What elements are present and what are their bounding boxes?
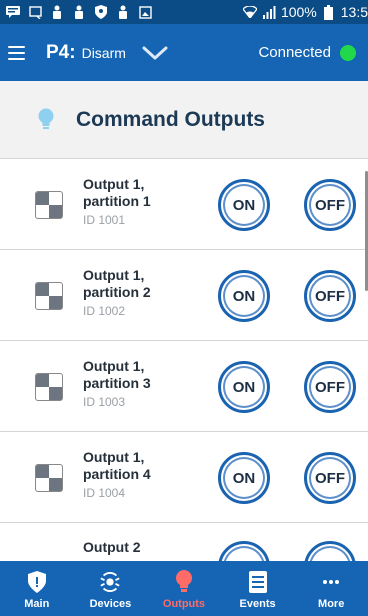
list-item: Output 1, partition 2 ID 1002 ON OFF — [0, 250, 368, 341]
on-button[interactable]: ON — [218, 452, 270, 504]
nav-label: More — [318, 598, 345, 610]
nav-more[interactable]: More — [294, 561, 368, 616]
status-bar: 100% 13:5 — [0, 0, 368, 24]
partition-name: P4: — [46, 41, 76, 63]
person-icon — [116, 5, 130, 19]
nav-label: Main — [24, 598, 50, 610]
partition-state: Disarm — [81, 44, 126, 61]
outputs-list[interactable]: Command Outputs Output 1, partition 1 ID… — [0, 81, 368, 561]
hamburger-icon — [8, 45, 25, 48]
chevron-down-icon — [142, 46, 168, 59]
connection-status: Connected — [258, 44, 331, 61]
person-icon — [50, 5, 64, 19]
bulb-icon — [38, 108, 54, 129]
output-icon — [35, 282, 63, 310]
nav-main[interactable]: Main — [0, 561, 74, 616]
battery-icon — [322, 4, 336, 20]
output-icon — [35, 191, 63, 219]
off-button[interactable]: OFF — [304, 179, 356, 231]
list-item: Output 1, partition 3 ID 1003 ON OFF — [0, 341, 368, 432]
shield-icon — [94, 5, 108, 19]
section-title: Command Outputs — [76, 107, 265, 131]
off-button[interactable]: OFF — [304, 361, 356, 413]
dots-icon — [320, 570, 342, 594]
on-button[interactable]: ON — [218, 270, 270, 322]
wifi-icon — [242, 5, 257, 19]
list-item: Output 1, partition 1 ID 1001 ON OFF — [0, 159, 368, 250]
output-title: Output 1, partition 4 — [83, 449, 151, 482]
output-title: Output 1, partition 1 — [83, 176, 151, 209]
nav-label: Outputs — [162, 598, 206, 610]
on-button[interactable]: ON — [218, 361, 270, 413]
bulb-icon — [173, 570, 195, 594]
image-icon — [138, 5, 152, 19]
battery-percent: 100% — [280, 4, 317, 20]
output-title: Output 1, partition 3 — [83, 358, 151, 391]
output-title: Output 2 — [83, 539, 141, 555]
clock: 13:5 — [340, 4, 368, 20]
list-item: Output 2 — [0, 523, 368, 561]
section-header: Command Outputs — [0, 81, 368, 159]
nav-devices[interactable]: Devices — [74, 561, 148, 616]
off-button[interactable]: OFF — [304, 270, 356, 322]
output-icon — [35, 464, 63, 492]
connection-indicator — [340, 44, 356, 61]
nav-label: Devices — [89, 598, 132, 610]
list-item: Output 1, partition 4 ID 1004 ON OFF — [0, 432, 368, 523]
output-id: ID 1004 — [83, 486, 126, 500]
output-id: ID 1002 — [83, 304, 126, 318]
signal-icon — [262, 5, 276, 19]
nav-events[interactable]: Events — [221, 561, 295, 616]
shield-icon — [26, 570, 48, 594]
nav-label: Events — [239, 598, 276, 610]
nav-outputs[interactable]: Outputs — [147, 561, 221, 616]
off-button[interactable]: OFF — [304, 452, 356, 504]
app-bar: P4: Disarm Connected — [0, 24, 368, 81]
partition-dropdown-button[interactable] — [140, 41, 170, 65]
cast-icon — [28, 5, 42, 19]
message-icon — [6, 5, 20, 19]
devices-icon — [99, 570, 121, 594]
menu-button[interactable] — [8, 38, 38, 68]
on-button[interactable] — [218, 541, 270, 561]
person-icon — [72, 5, 86, 19]
output-id: ID 1001 — [83, 213, 126, 227]
bottom-nav: Main Devices Outputs Events More — [0, 561, 368, 616]
on-button[interactable]: ON — [218, 179, 270, 231]
off-button[interactable] — [304, 541, 356, 561]
list-icon — [247, 570, 269, 594]
output-id: ID 1003 — [83, 395, 126, 409]
output-icon — [35, 373, 63, 401]
output-title: Output 1, partition 2 — [83, 267, 151, 300]
